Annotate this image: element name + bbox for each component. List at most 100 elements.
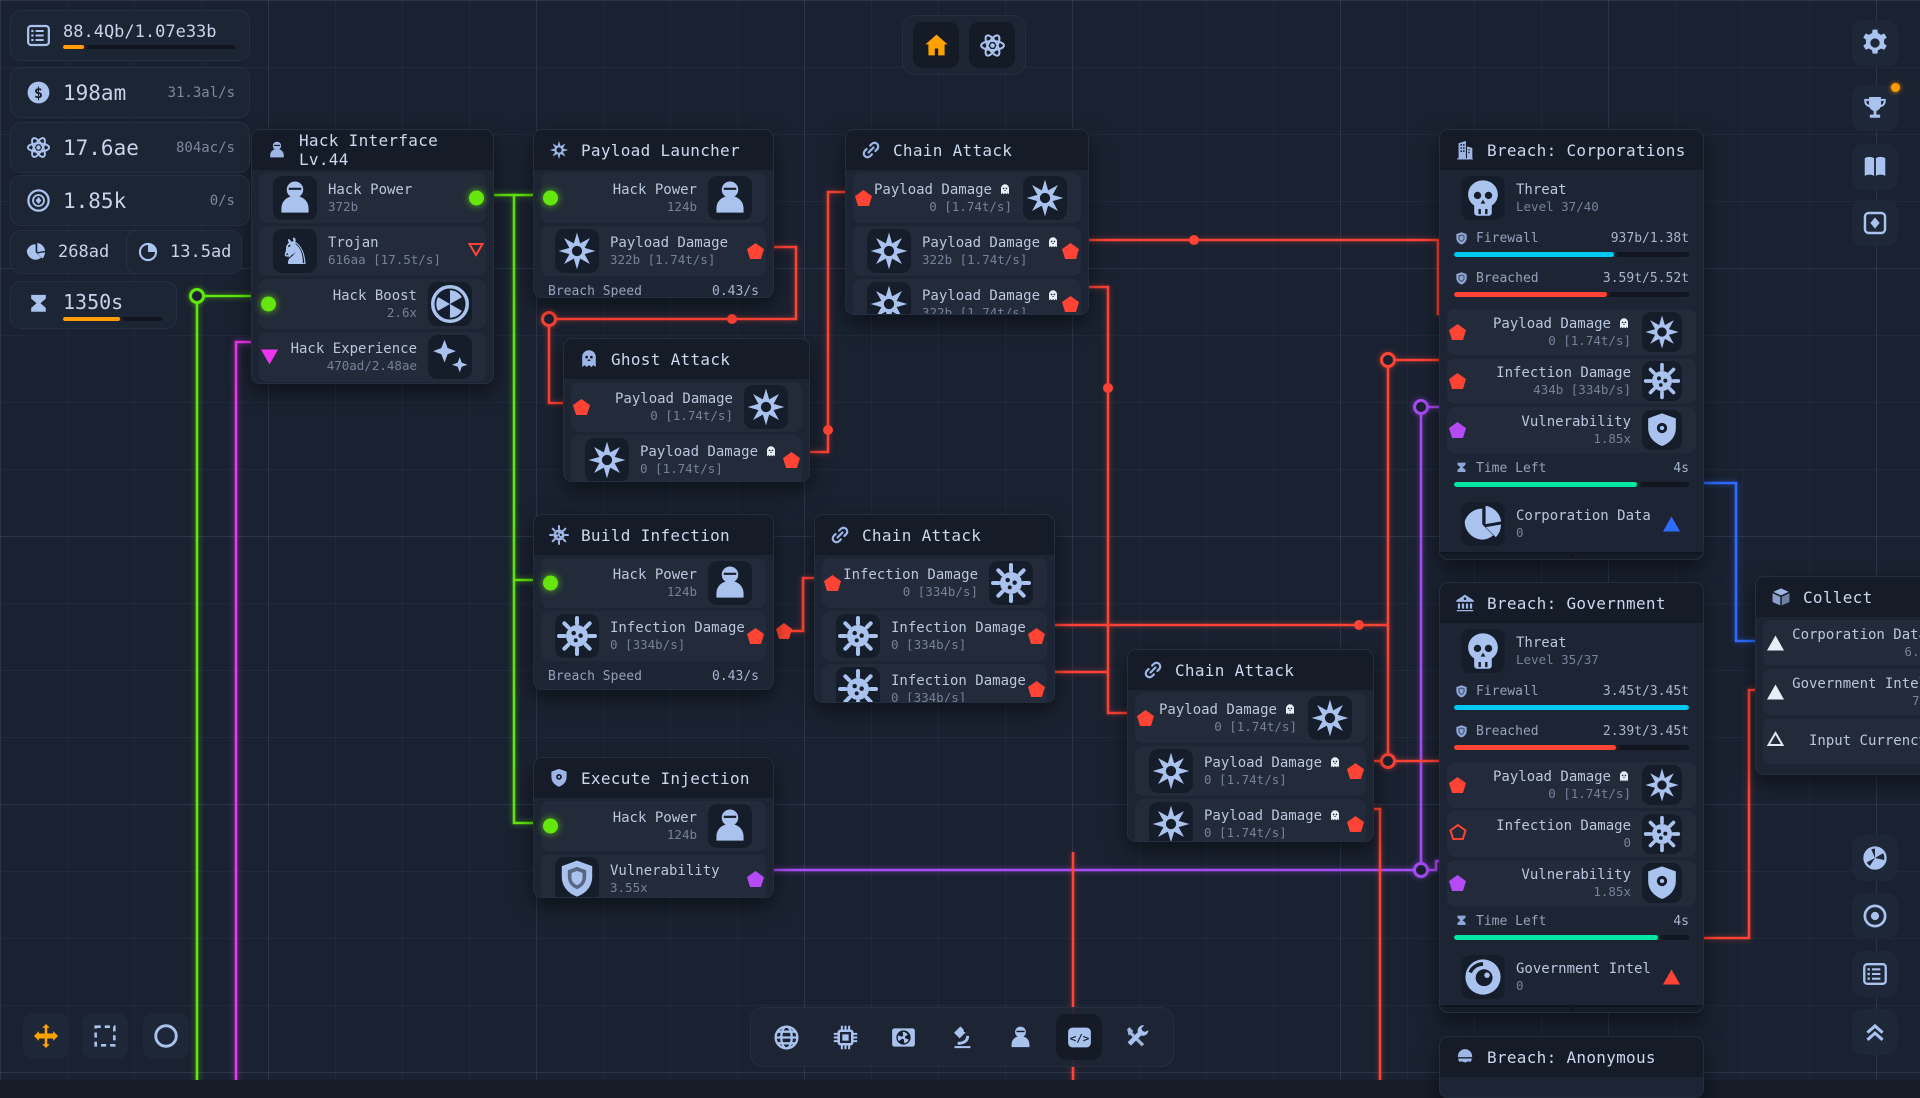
lasso-tool-button[interactable] <box>143 1013 189 1059</box>
payload-damage-input-row[interactable]: Payload Damage0 [1.74t/s] <box>1135 693 1366 743</box>
increase-threat-button[interactable]: Increase Threat <box>1571 554 1704 560</box>
hack-power-row[interactable]: Hack Power124b <box>541 173 766 223</box>
center-view-button[interactable] <box>1852 893 1898 939</box>
hardware-tab-button[interactable] <box>822 1014 868 1060</box>
achievements-button[interactable] <box>1852 85 1898 131</box>
hack-power-row[interactable]: Hack Power124b <box>541 558 766 608</box>
infection-damage-input-port[interactable] <box>824 575 841 591</box>
infection-damage-input-row[interactable]: Infection Damage0 [334b/s] <box>822 558 1047 608</box>
hack-boost-row[interactable]: Hack Boost2.6x <box>259 279 486 329</box>
select-tool-button[interactable] <box>82 1013 128 1059</box>
panel-header[interactable]: Breach: Government <box>1440 583 1703 623</box>
corporation-data-input-port[interactable] <box>1767 636 1784 651</box>
panel-chain-attack-2[interactable]: Chain Attack Infection Damage0 [334b/s] … <box>814 514 1055 703</box>
panel-execute-injection[interactable]: Execute Injection Hack Power124b Vulnera… <box>533 757 774 898</box>
infection-damage-output-row[interactable]: Infection Damage0 [334b/s] <box>822 611 1047 661</box>
trojan-row[interactable]: Trojan616aa [17.5t/s] <box>259 226 486 276</box>
panel-breach-anonymous[interactable]: Breach: Anonymous <box>1439 1036 1704 1098</box>
reduce-threat-button[interactable]: Reduce Threat <box>1440 1007 1571 1013</box>
panel-hack-interface[interactable]: Hack Interface Lv.44 Hack Power372b Troj… <box>251 129 494 384</box>
vulnerability-row[interactable]: Vulnerability3.55x <box>541 854 766 898</box>
payload-damage-output-row[interactable]: Payload Damage0 [1.74t/s] <box>1135 746 1366 796</box>
panel-header[interactable]: Collect <box>1756 577 1920 617</box>
vulnerability-input-row[interactable]: Vulnerability1.85x <box>1447 407 1696 453</box>
government-intel-output-port[interactable] <box>1663 970 1680 985</box>
aperture-button[interactable] <box>1852 835 1898 881</box>
corporation-data-row[interactable]: Corporation Data0 <box>1447 499 1696 549</box>
payload-damage-input-port[interactable] <box>1449 324 1466 340</box>
payload-damage-input-port[interactable] <box>573 399 590 415</box>
payload-damage-output-row[interactable]: Payload Damage0 [1.74t/s] <box>571 435 802 482</box>
hack-power-row[interactable]: Hack Power372b <box>259 173 486 223</box>
government-intel-row[interactable]: Government Intel0 <box>1447 952 1696 1002</box>
network-tab-button[interactable] <box>764 1014 810 1060</box>
panel-chain-attack-3[interactable]: Chain Attack Payload Damage0 [1.74t/s] P… <box>1127 649 1374 842</box>
payload-damage-output-port[interactable] <box>747 243 764 259</box>
input-currency-port[interactable] <box>1767 732 1784 751</box>
government-intel-input-port[interactable] <box>1767 685 1784 700</box>
trojan-output-port[interactable] <box>468 242 484 261</box>
panel-payload-launcher[interactable]: Payload Launcher Hack Power124b Payload … <box>533 129 774 298</box>
vulnerability-output-port[interactable] <box>747 871 764 887</box>
panel-collect[interactable]: Collect Corporation Data6.4 Government I… <box>1755 576 1920 775</box>
panel-header[interactable]: Build Infection <box>534 515 773 555</box>
infection-damage-output-row[interactable]: Infection Damage0 [334b/s] <box>822 664 1047 703</box>
payload-damage-output-row[interactable]: Payload Damage322b [1.74t/s] <box>853 226 1081 276</box>
library-button[interactable] <box>1852 144 1898 190</box>
infection-damage-input-port[interactable] <box>1449 824 1467 845</box>
panel-breach-corporations[interactable]: Breach: Corporations ThreatLevel 37/40 F… <box>1439 129 1704 560</box>
panel-header[interactable]: Hack Interface Lv.44 <box>252 130 493 170</box>
payload-damage-output-port[interactable] <box>1062 296 1079 312</box>
prestige-button[interactable] <box>969 22 1015 68</box>
home-button[interactable] <box>913 22 959 68</box>
infection-damage-input-port[interactable] <box>1449 373 1466 389</box>
hack-power-row[interactable]: Hack Power124b <box>541 801 766 851</box>
panel-breach-government[interactable]: Breach: Government ThreatLevel 35/37 Fir… <box>1439 582 1704 1013</box>
payload-damage-input-port[interactable] <box>855 190 872 206</box>
payload-damage-input-row[interactable]: Payload Damage0 [1.74t/s] <box>853 173 1081 223</box>
panel-header[interactable]: Execute Injection <box>534 758 773 798</box>
hack-power-input-port[interactable] <box>543 191 558 206</box>
hack-power-input-port[interactable] <box>543 576 558 591</box>
payload-damage-input-row[interactable]: Payload Damage0 [1.74t/s] <box>1447 309 1696 355</box>
payload-damage-output-row[interactable]: Payload Damage322b [1.74t/s] <box>853 279 1081 315</box>
payload-damage-input-row[interactable]: Payload Damage0 [1.74t/s] <box>1447 762 1696 808</box>
input-currency-row[interactable]: Input Currency <box>1763 718 1920 764</box>
infection-damage-row[interactable]: Infection Damage0 [334b/s] <box>541 611 766 661</box>
settings-button[interactable] <box>1852 20 1898 66</box>
infection-damage-output-port[interactable] <box>747 628 764 644</box>
panel-header[interactable]: Ghost Attack <box>564 339 809 379</box>
payload-damage-input-row[interactable]: Payload Damage0 [1.74t/s] <box>571 382 802 432</box>
vulnerability-input-port[interactable] <box>1449 422 1466 438</box>
payload-damage-output-port[interactable] <box>783 452 800 468</box>
hacker-tab-button[interactable] <box>998 1014 1044 1060</box>
payload-damage-output-port[interactable] <box>1347 816 1364 832</box>
move-tool-button[interactable] <box>23 1013 69 1059</box>
vulnerability-input-port[interactable] <box>1449 875 1466 891</box>
panel-header[interactable]: Chain Attack <box>1128 650 1373 690</box>
payload-damage-output-port[interactable] <box>1347 763 1364 779</box>
log-button[interactable] <box>1852 951 1898 997</box>
payload-damage-output-port[interactable] <box>1062 243 1079 259</box>
infection-damage-output-port[interactable] <box>1028 628 1045 644</box>
hack-power-output-port[interactable] <box>469 191 484 206</box>
corporation-data-output-port[interactable] <box>1663 517 1680 532</box>
payload-damage-input-port[interactable] <box>1449 777 1466 793</box>
infection-damage-input-row[interactable]: Infection Damage0 <box>1447 811 1696 857</box>
hack-experience-row[interactable]: Hack Experience470ad/2.48ae <box>259 332 486 382</box>
hack-power-input-port[interactable] <box>543 819 558 834</box>
panel-chain-attack-1[interactable]: Chain Attack Payload Damage0 [1.74t/s] P… <box>845 129 1089 315</box>
panel-header[interactable]: Chain Attack <box>815 515 1054 555</box>
panel-header[interactable]: Breach: Anonymous <box>1440 1037 1703 1077</box>
panel-build-infection[interactable]: Build Infection Hack Power124b Infection… <box>533 514 774 690</box>
gpu-tab-button[interactable] <box>881 1014 927 1060</box>
scripts-tab-button[interactable] <box>1056 1014 1102 1060</box>
payload-damage-row[interactable]: Payload Damage322b [1.74t/s] <box>541 226 766 276</box>
inventory-button[interactable] <box>1852 200 1898 246</box>
panel-ghost-attack[interactable]: Ghost Attack Payload Damage0 [1.74t/s] P… <box>563 338 810 482</box>
payload-damage-input-port[interactable] <box>1137 710 1154 726</box>
panel-header[interactable]: Payload Launcher <box>534 130 773 170</box>
hack-boost-input-port[interactable] <box>261 297 276 312</box>
collapse-button[interactable] <box>1852 1009 1898 1055</box>
vulnerability-input-row[interactable]: Vulnerability1.85x <box>1447 860 1696 906</box>
